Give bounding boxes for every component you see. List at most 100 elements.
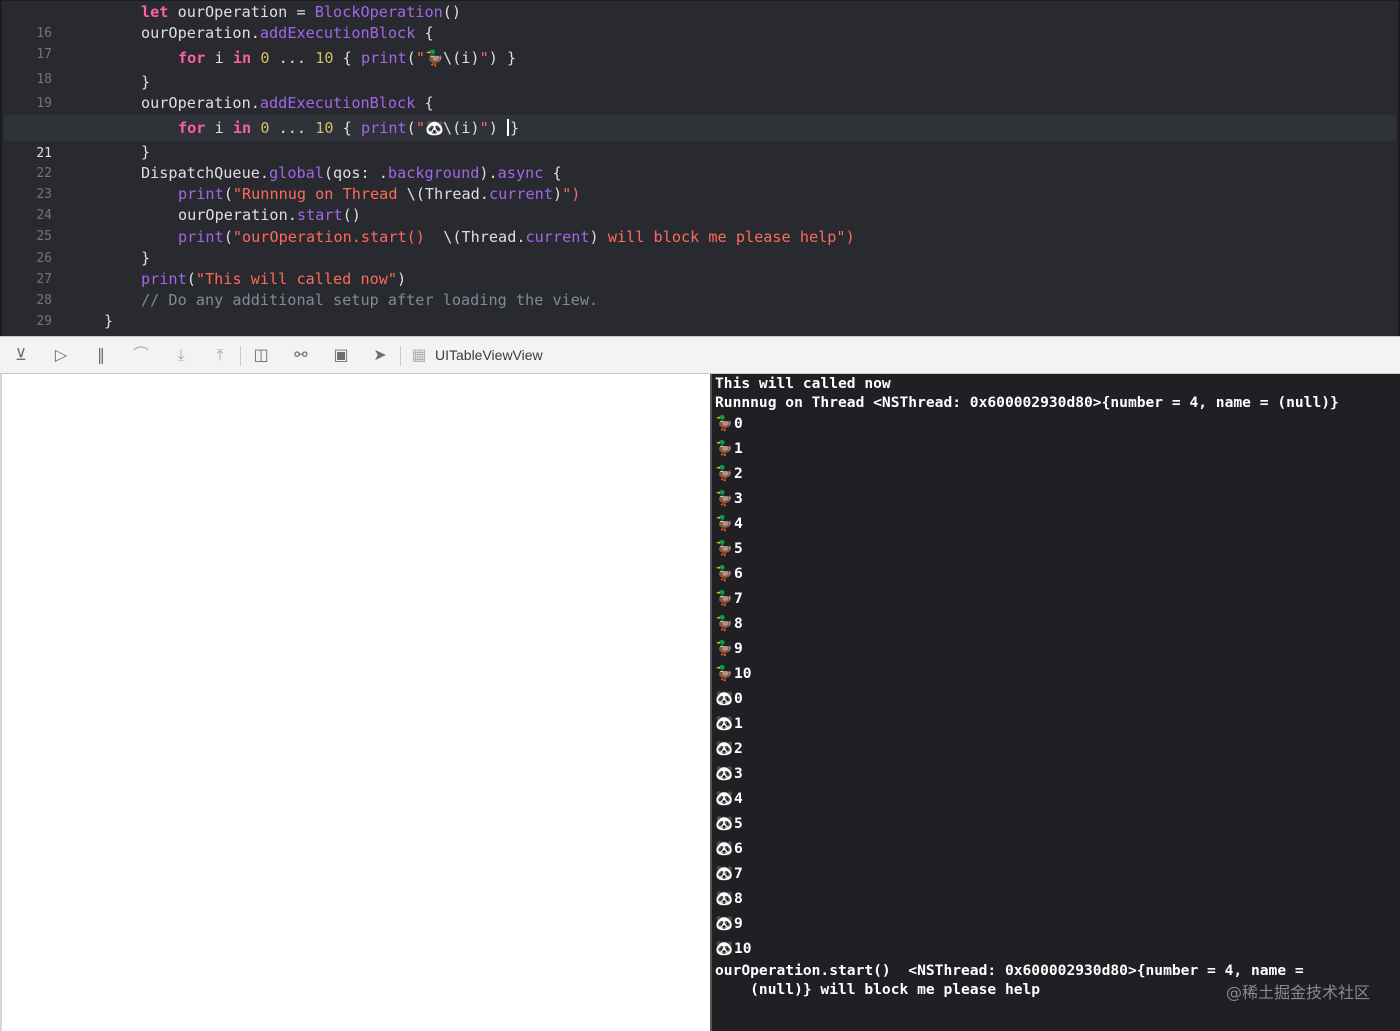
console-output[interactable]: This will called now Runnnug on Thread <… bbox=[710, 374, 1400, 1031]
step-into-icon[interactable]: ⤓ bbox=[170, 345, 192, 365]
console-line: 🐼6 bbox=[715, 839, 743, 858]
console-line: 🦆0 bbox=[715, 414, 743, 433]
code-line[interactable]: 20 ourOperation.addExecutionBlock { bbox=[4, 93, 1396, 132]
code-line[interactable]: 22 } bbox=[4, 142, 1396, 181]
console-line: 🐼5 bbox=[715, 814, 743, 833]
source-editor[interactable]: 16 let ourOperation = BlockOperation() 1… bbox=[0, 0, 1400, 350]
console-line: 🐼7 bbox=[715, 864, 743, 883]
duck-emoji-icon: 🦆 bbox=[715, 615, 734, 632]
duck-emoji-icon: 🦆 bbox=[424, 49, 444, 67]
line-content: print("ourOperation.start() \(Thread.cur… bbox=[178, 228, 855, 246]
duck-emoji-icon: 🦆 bbox=[715, 415, 734, 432]
line-content: ourOperation.start() bbox=[178, 206, 361, 224]
step-over-icon[interactable]: ⌒ bbox=[130, 345, 152, 365]
toolbar-separator bbox=[400, 346, 401, 366]
console-value: 2 bbox=[734, 740, 743, 757]
console-value: 7 bbox=[734, 865, 743, 882]
console-line: 🐼8 bbox=[715, 889, 742, 908]
view-hierarchy-icon[interactable]: ◫ bbox=[250, 345, 272, 365]
console-value: 1 bbox=[734, 440, 743, 457]
line-content: } bbox=[104, 312, 114, 330]
line-content: print("Runnnug on Thread \(Thread.curren… bbox=[178, 185, 581, 203]
duck-emoji-icon: 🦆 bbox=[715, 565, 734, 582]
duck-emoji-icon: 🦆 bbox=[715, 540, 734, 557]
text-cursor bbox=[507, 119, 510, 136]
code-line[interactable]: 29 // Do any additional setup after load… bbox=[4, 290, 1396, 329]
code-line[interactable]: 19 } bbox=[4, 72, 1396, 111]
console-value: 10 bbox=[734, 940, 752, 957]
panda-emoji-icon: 🐼 bbox=[715, 865, 734, 882]
code-line[interactable]: 16 let ourOperation = BlockOperation() bbox=[4, 2, 1396, 41]
panda-emoji-icon: 🐼 bbox=[715, 740, 734, 757]
console-line: 🦆4 bbox=[715, 514, 742, 533]
console-line: 🐼0 bbox=[715, 689, 743, 708]
console-value: 10 bbox=[734, 665, 752, 682]
code-line[interactable]: 23 DispatchQueue.global(qos: .background… bbox=[4, 163, 1396, 202]
console-value: 6 bbox=[734, 565, 743, 582]
panda-emoji-icon: 🐼 bbox=[715, 840, 734, 857]
console-line: 🦆6 bbox=[715, 564, 743, 583]
line-content: ourOperation.addExecutionBlock { bbox=[141, 94, 434, 112]
breakpoints-toggle-icon[interactable]: ▷ bbox=[50, 345, 72, 365]
console-line: 🐼2 bbox=[715, 739, 743, 758]
line-content: let ourOperation = BlockOperation() bbox=[141, 3, 462, 21]
console-value: 0 bbox=[734, 690, 743, 707]
hide-debug-area-icon[interactable]: ⊻ bbox=[10, 345, 32, 365]
panda-emoji-icon: 🐼 bbox=[715, 715, 734, 732]
step-out-icon[interactable]: ⤒ bbox=[209, 345, 231, 365]
current-code-line[interactable]: 21 for i in 0 ... 10 { print("🐼\(i)") } bbox=[4, 115, 1396, 161]
code-line[interactable]: 28 print("This will called now") bbox=[4, 269, 1396, 308]
console-line: Runnnug on Thread <NSThread: 0x600002930… bbox=[715, 394, 1339, 411]
code-line[interactable]: 25 ourOperation.start() bbox=[4, 205, 1396, 244]
console-value: 1 bbox=[734, 715, 743, 732]
view-target-label[interactable]: UITableViewView bbox=[435, 345, 543, 365]
console-value: 9 bbox=[734, 915, 743, 932]
code-line[interactable]: 27 } bbox=[4, 248, 1396, 287]
panda-emoji-icon: 🐼 bbox=[715, 815, 734, 832]
console-value: 5 bbox=[734, 540, 743, 557]
code-line[interactable]: 24 print("Runnnug on Thread \(Thread.cur… bbox=[4, 184, 1396, 223]
duck-emoji-icon: 🦆 bbox=[715, 465, 734, 482]
console-line: This will called now bbox=[715, 375, 891, 392]
console-line: 🦆7 bbox=[715, 589, 742, 608]
duck-emoji-icon: 🦆 bbox=[715, 640, 734, 657]
pause-icon[interactable]: ‖ bbox=[90, 345, 112, 365]
duck-emoji-icon: 🦆 bbox=[715, 590, 734, 607]
panda-emoji-icon: 🐼 bbox=[715, 940, 734, 957]
console-line: 🐼10 bbox=[715, 939, 752, 958]
console-value: 5 bbox=[734, 815, 743, 832]
environment-overrides-icon[interactable]: ▣ bbox=[330, 345, 352, 365]
console-value: 2 bbox=[734, 465, 743, 482]
panda-emoji-icon: 🐼 bbox=[715, 765, 734, 782]
panda-emoji-icon: 🐼 bbox=[715, 690, 734, 707]
console-value: 6 bbox=[734, 840, 743, 857]
console-line: (null)} will block me please help bbox=[715, 981, 1041, 998]
console-line: 🐼1 bbox=[715, 714, 743, 733]
console-line: 🐼3 bbox=[715, 764, 742, 783]
variables-view[interactable] bbox=[0, 374, 710, 1031]
line-content: DispatchQueue.global(qos: .background).a… bbox=[141, 164, 562, 182]
code-line[interactable]: 30 } bbox=[4, 311, 1396, 350]
console-line: 🦆8 bbox=[715, 614, 742, 633]
panda-emoji-icon: 🐼 bbox=[715, 915, 734, 932]
line-content: } bbox=[141, 143, 151, 161]
line-content: for i in 0 ... 10 { print("🐼\(i)") } bbox=[178, 115, 519, 141]
memory-graph-icon[interactable]: ⚯ bbox=[290, 345, 312, 365]
console-line: 🦆2 bbox=[715, 464, 743, 483]
line-content: print("This will called now") bbox=[141, 270, 407, 288]
console-line: 🐼4 bbox=[715, 789, 743, 808]
line-content: ourOperation.addExecutionBlock { bbox=[141, 24, 434, 42]
console-value: 4 bbox=[734, 790, 743, 807]
line-content: } bbox=[141, 249, 151, 267]
code-line[interactable]: 17 ourOperation.addExecutionBlock { bbox=[4, 23, 1396, 62]
console-value: 0 bbox=[734, 415, 743, 432]
console-line: 🦆9 bbox=[715, 639, 742, 658]
duck-emoji-icon: 🦆 bbox=[715, 440, 734, 457]
toolbar-separator bbox=[240, 346, 241, 366]
watermark: @稀土掘金技术社区 bbox=[1225, 983, 1370, 1002]
code-line[interactable]: 26 print("ourOperation.start() \(Thread.… bbox=[4, 227, 1396, 266]
console-line: 🦆3 bbox=[715, 489, 742, 508]
duck-emoji-icon: 🦆 bbox=[715, 490, 734, 507]
simulate-location-icon[interactable]: ➤ bbox=[369, 345, 391, 365]
code-line[interactable]: 18 for i in 0 ... 10 { print("🦆\(i)") } bbox=[4, 48, 1396, 87]
